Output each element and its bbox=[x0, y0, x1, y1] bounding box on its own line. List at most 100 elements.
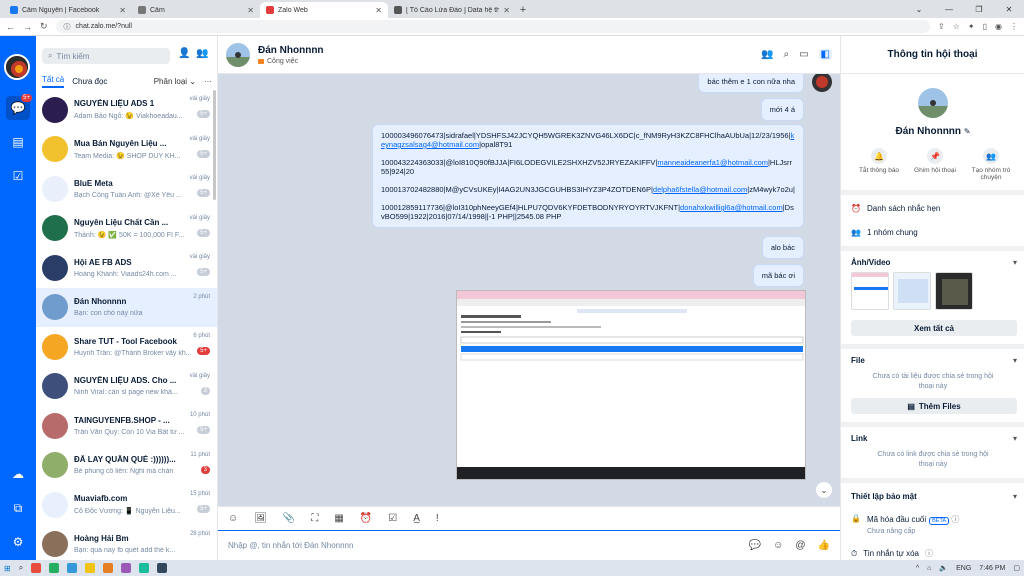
close-tab-icon[interactable]: ✕ bbox=[503, 6, 510, 15]
todo-check-nav-icon[interactable]: ☑ bbox=[6, 164, 30, 188]
create-group-button[interactable]: 👥 Tạo nhóm trò chuyện bbox=[969, 148, 1013, 181]
email-link[interactable]: delpha6fstella@hotmail.com bbox=[653, 185, 747, 194]
site-info-icon[interactable]: ⓘ bbox=[64, 22, 71, 32]
volume-icon[interactable]: 🔈 bbox=[939, 564, 948, 572]
media-thumbnail[interactable] bbox=[851, 272, 889, 310]
back-arrow-icon[interactable]: ← bbox=[6, 22, 15, 32]
scroll-down-chevron-icon[interactable]: ⌄ bbox=[816, 482, 832, 498]
conversation-item[interactable]: NGUYÊN LIỆU ADS. Cho ... Ninh Viral: cần … bbox=[36, 367, 217, 407]
sticker-icon[interactable]: ☺ bbox=[228, 513, 238, 524]
more-files-button[interactable]: ▤ Thêm Files bbox=[851, 398, 1017, 414]
reload-icon[interactable]: ↻ bbox=[40, 21, 48, 32]
edit-pencil-icon[interactable]: ✎ bbox=[964, 127, 971, 136]
link-section-header[interactable]: Link ▾ bbox=[851, 434, 1017, 443]
search-icon[interactable]: ⌕ bbox=[19, 563, 23, 573]
sidepanel-icon[interactable]: ▯ bbox=[983, 22, 987, 31]
toolbox-nav-icon[interactable]: ⧉ bbox=[6, 496, 30, 520]
screenshot-image-message[interactable] bbox=[456, 290, 806, 480]
cloud-nav-icon[interactable]: ☁ bbox=[6, 462, 30, 486]
create-group-icon[interactable]: 👥 bbox=[196, 48, 208, 59]
settings-gear-icon[interactable]: ⚙ bbox=[6, 530, 30, 554]
attach-paperclip-icon[interactable]: 📎 bbox=[283, 513, 295, 524]
bookmark-star-icon[interactable]: ☆ bbox=[953, 22, 960, 31]
list-scrollbar[interactable] bbox=[213, 90, 216, 200]
app-icon[interactable] bbox=[31, 563, 42, 573]
contacts-nav-icon[interactable]: ▤ bbox=[6, 130, 30, 154]
text-format-icon[interactable]: A̲ bbox=[413, 513, 420, 524]
chrome-icon[interactable] bbox=[85, 563, 96, 573]
minimize-icon[interactable]: — bbox=[934, 0, 964, 18]
screenshot-capture-icon[interactable]: ⛶ bbox=[311, 513, 318, 524]
reminder-clock-icon[interactable]: ⏰ bbox=[360, 513, 372, 524]
add-to-group-icon[interactable]: 👥 bbox=[761, 49, 773, 60]
clock[interactable]: 7:46 PM bbox=[979, 565, 1005, 572]
message-bubble[interactable]: alo bác bbox=[761, 236, 804, 259]
user-avatar[interactable] bbox=[4, 54, 30, 80]
message-bubble[interactable]: bác thêm e 1 con nữa nha bbox=[698, 74, 804, 93]
message-bubble[interactable]: mã bác ơi bbox=[752, 264, 804, 287]
notifications-icon[interactable]: ▢ bbox=[1013, 564, 1020, 572]
data-message-bubble[interactable]: 100003496076473|sidrafael|YDSHFSJ42JCYQH… bbox=[372, 124, 804, 228]
thumbs-up-send-icon[interactable]: 👍 bbox=[818, 540, 830, 551]
windows-start-icon[interactable]: ⊞ bbox=[4, 564, 11, 573]
conversation-item[interactable]: Hội AE FB ADS Hoàng Khánh: Viaads24h.com … bbox=[36, 248, 217, 288]
filter-all-tab[interactable]: Tất cả bbox=[42, 75, 65, 88]
tray-chevron-icon[interactable]: ^ bbox=[916, 565, 919, 572]
self-destruct-row[interactable]: ⏱ Tin nhắn tự xóa ⓘ bbox=[851, 548, 933, 559]
app-icon[interactable] bbox=[103, 563, 114, 573]
business-card-icon[interactable]: ▦ bbox=[334, 513, 343, 524]
filter-unread-tab[interactable]: Chưa đọc bbox=[72, 77, 107, 86]
message-input[interactable]: Nhập @, tin nhắn tới Đán Nhonnnn 💬 ☺ @ 👍 bbox=[218, 530, 840, 560]
tab-search-chevron-icon[interactable]: ⌄ bbox=[904, 0, 934, 18]
email-link[interactable]: manneaideanerfa1@hotmail.com bbox=[657, 158, 768, 167]
browser-tab-zalo[interactable]: Zalo Web ✕ bbox=[260, 2, 388, 18]
conversation-item[interactable]: Nguyên Liệu Chất Cần ... Thành: 😉 ✅ 50K =… bbox=[36, 209, 217, 249]
extensions-icon[interactable]: ✦ bbox=[968, 22, 975, 31]
security-section-header[interactable]: Thiết lập bảo mật ▾ bbox=[851, 492, 1017, 501]
emoji-icon[interactable]: ☺ bbox=[773, 540, 783, 551]
browser-tab-facebook[interactable]: Cẩm Nguyễn | Facebook ✕ bbox=[4, 2, 132, 18]
messages-nav-icon[interactable]: 💬 5+ bbox=[6, 94, 32, 120]
restore-icon[interactable]: ❐ bbox=[964, 0, 994, 18]
media-thumbnail[interactable] bbox=[893, 272, 931, 310]
browser-tab-data[interactable]: [ Tố Cáo Lừa Đảo ] Data hệ thống✕ bbox=[388, 2, 516, 18]
conversation-item[interactable]: Share TUT - Tool Facebook Huynh Trần: @Th… bbox=[36, 327, 217, 367]
app-icon[interactable] bbox=[49, 563, 60, 573]
close-window-icon[interactable]: ✕ bbox=[994, 0, 1024, 18]
reminders-row[interactable]: ⏰ Danh sách nhắc hẹn bbox=[851, 204, 940, 213]
toggle-info-panel-icon[interactable]: ◧ bbox=[818, 49, 832, 60]
help-icon[interactable]: ⓘ bbox=[925, 548, 933, 559]
conversation-item[interactable]: BluE Meta Bạch Công Tuấn Anh: @Xế Yêu ...… bbox=[36, 169, 217, 209]
more-options-icon[interactable]: ··· bbox=[204, 77, 212, 86]
classify-dropdown[interactable]: Phân loại ⌄ bbox=[154, 77, 196, 86]
menu-kebab-icon[interactable]: ⋮ bbox=[1010, 22, 1018, 31]
new-tab-plus-icon[interactable]: + bbox=[516, 2, 530, 18]
contact-tag[interactable]: Công việc bbox=[258, 58, 324, 65]
app-icon[interactable] bbox=[121, 563, 132, 573]
conversation-item[interactable]: Đán Nhonnnn Bạn: con chó này nữa 2 phút bbox=[36, 287, 217, 327]
share-icon[interactable]: ⇪ bbox=[938, 22, 945, 31]
conversation-item[interactable]: Mua Bán Nguyên Liệu ... Team Media: 😉 SHO… bbox=[36, 130, 217, 170]
mute-button[interactable]: 🔔 Tắt thông báo bbox=[857, 148, 901, 181]
see-all-media-button[interactable]: Xem tất cả bbox=[851, 320, 1017, 336]
conversation-item[interactable]: Hoàng Hải Bm Bạn: qua nay fb quét add thẻ… bbox=[36, 525, 217, 561]
media-thumbnail[interactable] bbox=[935, 272, 973, 310]
url-bar[interactable]: ⓘ chat.zalo.me/?null bbox=[55, 20, 931, 33]
close-tab-icon[interactable]: ✕ bbox=[119, 6, 126, 15]
video-call-icon[interactable]: ▭ bbox=[799, 49, 808, 60]
file-section-header[interactable]: File ▾ bbox=[851, 356, 1017, 365]
browser-tab-cam[interactable]: Cẩm ✕ bbox=[132, 2, 260, 18]
media-section-header[interactable]: Ảnh/Video ▾ bbox=[851, 258, 1017, 267]
conversation-item[interactable]: Muaviafb.com Cô Độc Vương: 📱 Nguyễn Liệu.… bbox=[36, 485, 217, 525]
app-icon[interactable] bbox=[67, 563, 78, 573]
close-tab-icon[interactable]: ✕ bbox=[247, 6, 254, 15]
profile-avatar[interactable] bbox=[918, 88, 948, 118]
common-groups-row[interactable]: 👥 1 nhóm chung bbox=[851, 228, 918, 237]
contact-avatar[interactable] bbox=[226, 42, 250, 67]
task-check-icon[interactable]: ☑ bbox=[388, 513, 397, 524]
profile-avatar-icon[interactable]: ◉ bbox=[995, 22, 1002, 31]
search-in-chat-icon[interactable]: ⌕ bbox=[783, 49, 789, 60]
forward-arrow-icon[interactable]: → bbox=[23, 22, 32, 32]
mention-at-icon[interactable]: @ bbox=[795, 540, 805, 551]
app-icon[interactable] bbox=[139, 563, 150, 573]
